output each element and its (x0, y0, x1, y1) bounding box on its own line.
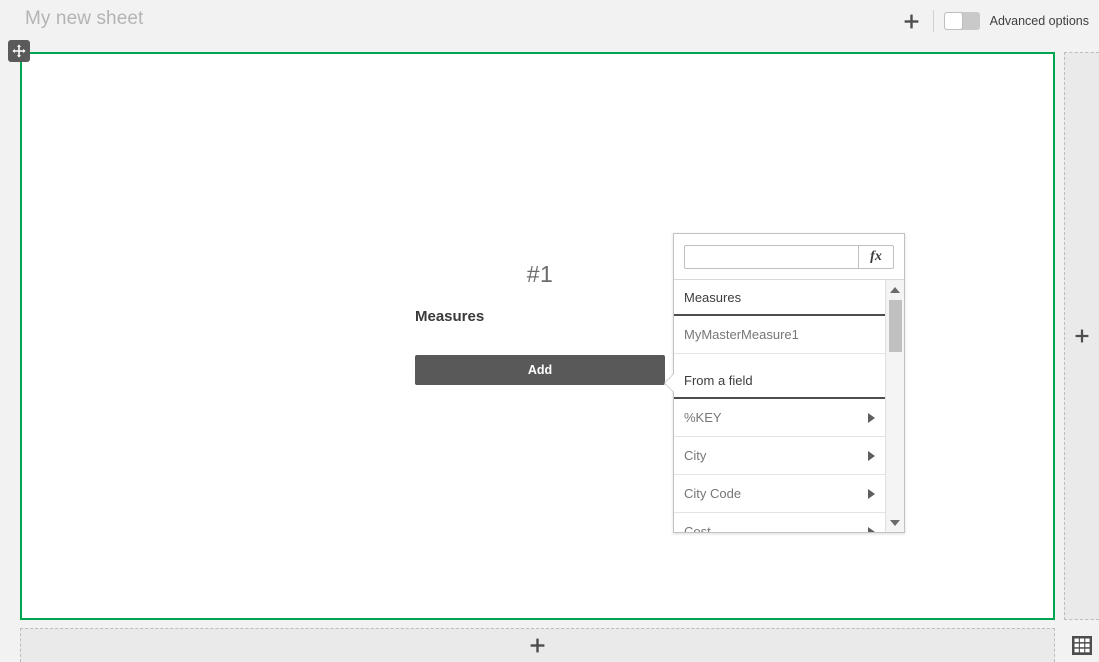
sheet-title[interactable]: My new sheet (25, 8, 143, 30)
grid-icon (1071, 635, 1092, 655)
list-item-label: Cost (684, 523, 711, 533)
popover-caret (665, 374, 674, 392)
plus-icon (904, 14, 919, 28)
measure-list-area: Measures MyMasterMeasure1 From a field %… (674, 279, 904, 532)
list-item-label: City (684, 447, 707, 463)
toolbar-divider (932, 10, 934, 32)
list-item[interactable]: City (674, 437, 885, 475)
list-group-header: Measures (674, 280, 885, 316)
popover-search-row: fx (674, 234, 904, 279)
list-item[interactable]: Cost (674, 513, 885, 532)
advanced-options-label: Advanced options (989, 14, 1089, 28)
triangle-up-icon (890, 286, 900, 293)
measure-placeholder-block: #1 Measures Add (415, 260, 665, 385)
scrollbar-up-button[interactable] (886, 282, 904, 297)
list-item-label: MyMasterMeasure1 (684, 326, 799, 342)
triangle-down-icon (890, 519, 900, 526)
expression-editor-button[interactable]: fx (858, 245, 894, 269)
toggle-knob (944, 13, 962, 29)
list-item[interactable]: City Code (674, 475, 885, 513)
measure-list: Measures MyMasterMeasure1 From a field %… (674, 280, 885, 532)
list-item[interactable]: %KEY (674, 399, 885, 437)
plus-icon (1075, 329, 1089, 343)
scrollbar-down-button[interactable] (886, 515, 904, 530)
plus-icon (530, 638, 545, 653)
item-index-label: #1 (526, 261, 554, 287)
dropzone-right[interactable] (1064, 52, 1099, 620)
advanced-options-toggle[interactable] (943, 12, 980, 30)
scrollbar-thumb[interactable] (889, 300, 902, 352)
sheet-move-handle[interactable] (8, 40, 30, 62)
top-bar: My new sheet Advanced options (0, 0, 1099, 42)
list-item-label: %KEY (684, 409, 722, 425)
list-group-spacer (674, 354, 885, 363)
chevron-right-icon (868, 412, 875, 423)
list-item-label: City Code (684, 485, 742, 501)
measure-picker-popover: fx Measures MyMasterMeasure1 From a fiel… (665, 233, 905, 533)
chevron-right-icon (868, 450, 875, 461)
popover-scrollbar[interactable] (885, 280, 904, 532)
chevron-right-icon (868, 526, 875, 532)
list-group-header: From a field (674, 363, 885, 399)
chevron-right-icon (868, 488, 875, 499)
measures-section-label: Measures (415, 308, 485, 325)
dropzone-bottom[interactable] (20, 628, 1055, 662)
measure-search-input[interactable] (684, 245, 858, 269)
move-arrows-icon (12, 44, 26, 58)
list-item[interactable]: MyMasterMeasure1 (674, 316, 885, 354)
grid-layout-toggle-button[interactable] (1064, 628, 1099, 662)
add-sheet-button[interactable] (897, 6, 927, 36)
top-bar-actions: Advanced options (897, 0, 1089, 42)
add-measure-button[interactable]: Add (415, 355, 665, 385)
